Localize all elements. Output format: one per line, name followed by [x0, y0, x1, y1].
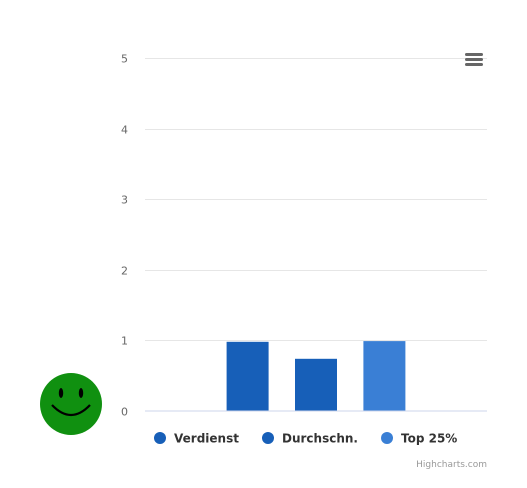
- legend: Verdienst Durchschn. Top 25%: [154, 432, 457, 446]
- chart-menu-button[interactable]: [458, 46, 490, 74]
- credits-link[interactable]: Highcharts.com: [416, 460, 487, 470]
- legend-label: Verdienst: [174, 432, 239, 446]
- y-tick-label: 2: [121, 265, 128, 278]
- grid: [145, 58, 487, 341]
- legend-label: Durchschn.: [282, 432, 358, 446]
- y-tick-label: 5: [121, 53, 128, 66]
- legend-item[interactable]: Top 25%: [381, 432, 457, 446]
- legend-label: Top 25%: [401, 432, 457, 446]
- hamburger-menu-icon: [465, 53, 483, 66]
- legend-symbol: [154, 432, 166, 444]
- y-tick-label: 3: [121, 194, 128, 207]
- y-tick-label: 1: [121, 335, 128, 348]
- y-axis-labels: 0 1 2 3 4 5: [121, 53, 128, 419]
- legend-symbol: [381, 432, 393, 444]
- legend-item[interactable]: Durchschn.: [262, 432, 358, 446]
- bar-3[interactable]: [363, 341, 406, 411]
- bar-1[interactable]: [226, 341, 269, 411]
- y-tick-label: 0: [121, 406, 128, 419]
- bars: [226, 341, 406, 411]
- chart: 0 1 2 3 4 5 Verdienst Durchschn. Top 25% Highch…: [40, 53, 487, 470]
- legend-item[interactable]: Verdienst: [154, 432, 239, 446]
- bar-2[interactable]: [295, 358, 337, 411]
- legend-symbol: [262, 432, 274, 444]
- smiley-face-icon: [40, 373, 102, 435]
- y-tick-label: 4: [121, 124, 128, 137]
